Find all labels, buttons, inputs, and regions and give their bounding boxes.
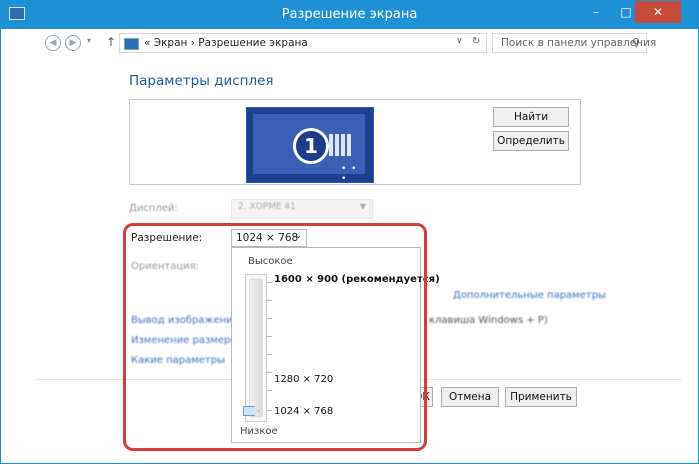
close-button[interactable]: ✕ <box>635 1 681 23</box>
title-bar: Разрешение экрана – □ ✕ <box>1 1 698 29</box>
navigation-bar: ◀ ▶ ▾ ↑ « Экран › Разрешение экрана ∨ ↻ … <box>1 29 698 57</box>
search-input[interactable]: Поиск в панели управления ⚲ <box>492 33 656 53</box>
more-dots-icon: • • • <box>341 164 358 184</box>
window: Разрешение экрана – □ ✕ ◀ ▶ ▾ ↑ « Экран … <box>0 0 699 464</box>
monitor-screen: 1 • • • <box>253 114 365 184</box>
back-icon[interactable]: ◀ <box>45 35 61 51</box>
address-bar[interactable]: « Экран › Разрешение экрана ∨ ↻ <box>119 33 487 53</box>
control-panel-icon <box>124 38 139 50</box>
minimize-button[interactable]: – <box>581 1 611 23</box>
history-dropdown-icon[interactable]: ▾ <box>87 36 91 45</box>
address-dropdown-icon[interactable]: ∨ <box>456 36 463 46</box>
up-arrow-icon[interactable]: ↑ <box>106 35 116 49</box>
forward-icon[interactable]: ▶ <box>65 35 81 51</box>
refresh-icon[interactable]: ↻ <box>472 36 480 47</box>
display-select-value: 2. ХОРМЕ 41 <box>238 202 296 212</box>
search-icon[interactable]: ⚲ <box>632 36 640 49</box>
keyboard-icon <box>329 134 353 156</box>
monitor-number-badge: 1 <box>293 128 329 164</box>
monitor-preview[interactable]: 1 • • • <box>246 107 374 184</box>
cancel-button[interactable]: Отмена <box>441 387 499 407</box>
display-select[interactable]: 2. ХОРМЕ 41 ▼ <box>231 199 373 219</box>
identify-button[interactable]: Определить <box>493 131 569 151</box>
highlight-frame <box>123 223 427 451</box>
find-button[interactable]: Найти <box>493 107 569 127</box>
windows-key-hint: клавиша Windows + P) <box>429 315 548 326</box>
advanced-settings-link[interactable]: Дополнительные параметры <box>453 290 606 301</box>
page-title: Параметры дисплея <box>129 73 274 89</box>
breadcrumb[interactable]: « Экран › Разрешение экрана <box>144 37 308 49</box>
chevron-down-icon: ▼ <box>359 202 366 211</box>
apply-button[interactable]: Применить <box>505 387 577 407</box>
display-label: Дисплей: <box>129 203 178 214</box>
